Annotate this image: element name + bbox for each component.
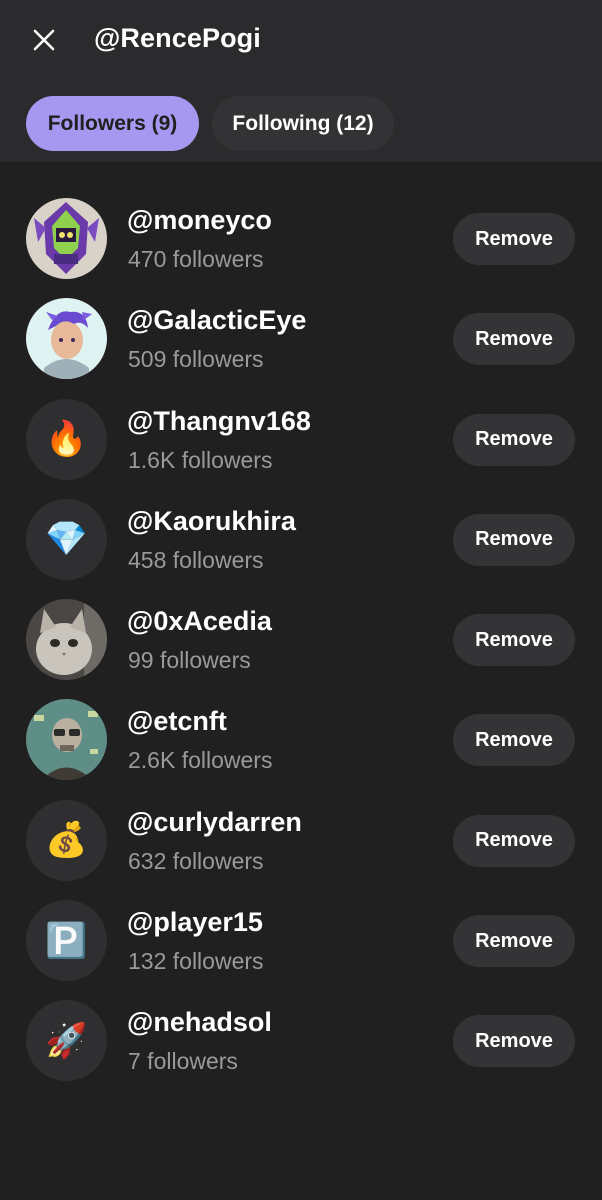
remove-button[interactable]: Remove bbox=[453, 213, 575, 265]
skeleton-avatar-icon bbox=[26, 699, 107, 781]
anime-boy-avatar-icon bbox=[26, 298, 107, 380]
username[interactable]: @player15 bbox=[127, 907, 263, 938]
follower-count: 470 followers bbox=[128, 246, 264, 272]
list-item[interactable]: 💎 @Kaorukhira 458 followers Remove bbox=[0, 477, 602, 580]
avatar bbox=[26, 599, 107, 681]
header-bar: @RencePogi Followers (9) Following (12) bbox=[0, 0, 602, 162]
username[interactable]: @GalacticEye bbox=[127, 305, 306, 336]
list-item[interactable]: @moneyco 470 followers Remove bbox=[0, 176, 602, 279]
username[interactable]: @curlydarren bbox=[127, 807, 302, 838]
avatar: 🚀 bbox=[26, 1000, 107, 1082]
username[interactable]: @Kaorukhira bbox=[127, 506, 296, 537]
list-item[interactable]: 💰 @curlydarren 632 followers Remove bbox=[0, 778, 602, 881]
avatar: 💎 bbox=[26, 498, 107, 580]
list-item[interactable]: @etcnft 2.6K followers Remove bbox=[0, 677, 602, 781]
cat-avatar-icon bbox=[26, 599, 107, 681]
remove-button[interactable]: Remove bbox=[453, 513, 575, 566]
username[interactable]: @nehadsol bbox=[127, 1007, 272, 1038]
remove-button[interactable]: Remove bbox=[453, 614, 575, 667]
avatar: 💰 bbox=[26, 799, 107, 881]
avatar bbox=[26, 198, 107, 279]
follower-count: 509 followers bbox=[128, 346, 264, 373]
remove-button[interactable]: Remove bbox=[453, 814, 575, 867]
avatar bbox=[26, 298, 107, 380]
avatar bbox=[26, 699, 107, 781]
list-item[interactable]: 🔥 @Thangnv168 1.6K followers Remove bbox=[0, 377, 602, 480]
fire-icon: 🔥 bbox=[45, 420, 88, 459]
tab-following[interactable]: Following (12) bbox=[212, 96, 394, 151]
follower-count: 99 followers bbox=[128, 647, 251, 674]
money-bag-icon: 💰 bbox=[45, 821, 88, 860]
remove-button[interactable]: Remove bbox=[453, 313, 575, 366]
list-item[interactable]: 🅿️ @player15 132 followers Remove bbox=[0, 878, 602, 982]
list-item[interactable]: 🚀 @nehadsol 7 followers Remove bbox=[0, 978, 602, 1082]
follower-count: 458 followers bbox=[128, 546, 264, 573]
list-item[interactable]: @0xAcedia 99 followers Remove bbox=[0, 577, 602, 681]
remove-button[interactable]: Remove bbox=[453, 1015, 575, 1068]
follower-count: 632 followers bbox=[128, 847, 264, 874]
username[interactable]: @0xAcedia bbox=[127, 606, 272, 637]
follower-count: 1.6K followers bbox=[128, 446, 273, 473]
remove-button[interactable]: Remove bbox=[453, 714, 575, 767]
avatar: 🔥 bbox=[26, 398, 107, 480]
tab-followers[interactable]: Followers (9) bbox=[26, 96, 199, 151]
rocket-icon: 🚀 bbox=[45, 1021, 88, 1060]
list-item[interactable]: @GalacticEye 509 followers Remove bbox=[0, 276, 602, 380]
close-icon bbox=[26, 22, 62, 58]
remove-button[interactable]: Remove bbox=[453, 915, 575, 968]
remove-button[interactable]: Remove bbox=[453, 413, 575, 466]
follower-count: 2.6K followers bbox=[128, 747, 273, 774]
username[interactable]: @moneyco bbox=[127, 205, 272, 236]
avatar: 🅿️ bbox=[26, 900, 107, 982]
parking-sign-icon: 🅿️ bbox=[45, 921, 88, 960]
username[interactable]: @etcnft bbox=[127, 706, 227, 737]
close-button[interactable] bbox=[26, 22, 62, 58]
followers-list: @moneyco 470 followers Remove @GalacticE… bbox=[0, 176, 602, 1082]
username[interactable]: @Thangnv168 bbox=[127, 406, 311, 437]
gem-icon: 💎 bbox=[45, 520, 88, 559]
follower-count: 7 followers bbox=[128, 1048, 238, 1075]
robot-avatar-icon bbox=[26, 198, 107, 279]
page-title: @RencePogi bbox=[94, 23, 261, 53]
follower-count: 132 followers bbox=[128, 948, 264, 975]
